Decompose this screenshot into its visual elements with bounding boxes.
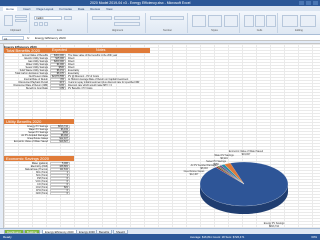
maximize-button[interactable]: [306, 1, 311, 5]
window-title: 2020 Model 2019-04 v3 - Energy Efficienc…: [90, 1, 191, 5]
utility-benefits-pie-chart[interactable]: Energy PV Savings $813,744Water PV Saving…: [154, 134, 320, 240]
table-row[interactable]: Benefit to Cost Ratio 1.89 PV Benefits / P…: [4, 87, 164, 90]
total-benefits-header: Total Benefits 2020 Expected Notes: [4, 48, 150, 53]
underline-button[interactable]: [44, 22, 48, 26]
tab-review[interactable]: Review: [90, 7, 100, 11]
tab-home[interactable]: Home: [3, 6, 18, 11]
total-benefits-table: Annual Value of Benefits $300,000 The base…: [4, 54, 164, 94]
group-number: Number: [148, 13, 188, 33]
tab-formulas[interactable]: Formulas: [59, 7, 72, 11]
status-bar: Ready Average: $16,811 Count: 18 Sum: $7…: [0, 234, 320, 240]
utility-benefits-title: Utility Benefits 2020: [6, 119, 42, 124]
copy-button[interactable]: [15, 19, 27, 22]
status-ready: Ready: [3, 235, 12, 239]
paste-button[interactable]: [4, 15, 13, 26]
group-font: Calibri Font: [32, 13, 88, 33]
group-alignment: Alignment: [90, 13, 146, 33]
utility-benefits-table: Energy PV Savings $813,744 Water PV Saving…: [4, 125, 74, 145]
tab-view[interactable]: View: [106, 7, 112, 11]
tab-data[interactable]: Data: [78, 7, 84, 11]
group-editing: Editing: [280, 13, 318, 33]
row-value[interactable]: $19,827: [50, 140, 70, 143]
group-label-alignment: Alignment: [111, 29, 124, 32]
row-value[interactable]: 0: [50, 192, 70, 195]
ribbon: Clipboard Calibri Font Alignment Number …: [0, 11, 320, 35]
wrap-text-button[interactable]: [114, 16, 140, 20]
cell-styles-button[interactable]: [224, 15, 238, 27]
worksheet-grid[interactable]: Energy Efficiency 2020 Total Benefits 20…: [4, 44, 320, 228]
group-label-clipboard: Clipboard: [10, 29, 21, 32]
number-format-select[interactable]: [150, 16, 184, 20]
economic-savings-title: Economic Savings 2020: [6, 156, 49, 161]
tab-insert[interactable]: Insert: [23, 7, 31, 11]
status-summary: Average: $16,811 Count: 18 Sum: $726,471: [190, 235, 245, 239]
insert-cells-button[interactable]: [244, 15, 254, 27]
format-as-table-button[interactable]: [208, 15, 222, 27]
conditional-formatting-button[interactable]: [192, 15, 206, 27]
align-buttons[interactable]: [92, 16, 112, 20]
bold-button[interactable]: [34, 22, 38, 26]
font-size-select[interactable]: [64, 16, 72, 20]
merge-center-button[interactable]: [114, 22, 140, 26]
find-select-button[interactable]: [300, 15, 316, 27]
fx-icon[interactable]: fx: [27, 36, 29, 40]
utility-benefits-header: Utility Benefits 2020: [4, 119, 74, 124]
window-controls: [299, 1, 318, 5]
notes-column-header: Notes: [96, 48, 106, 52]
zoom-level[interactable]: 60%: [311, 235, 317, 239]
group-label-editing: Editing: [295, 29, 303, 32]
cut-button[interactable]: [15, 15, 27, 18]
pie-data-label: Economic Value of Water Saved $19,827: [229, 150, 264, 156]
row-note: PV Benefits / PV Costs: [68, 87, 93, 90]
tab-page-layout[interactable]: Page Layout: [37, 7, 54, 11]
economic-savings-table: Water (gallons) 5,006 Electricity (kWh) 166…: [4, 162, 74, 198]
formula-input[interactable]: Energy Efficiency 2020: [35, 36, 66, 40]
name-box[interactable]: A1: [2, 36, 24, 41]
group-cells: Cells: [242, 13, 278, 33]
delete-cells-button[interactable]: [255, 15, 265, 27]
font-name-select[interactable]: Calibri: [34, 16, 62, 20]
table-row[interactable]: N2O (Tons) 0: [4, 192, 74, 195]
group-clipboard: Clipboard: [2, 13, 30, 33]
economic-savings-header: Economic Savings 2020: [4, 156, 74, 161]
table-row[interactable]: Economic Value of Water Saved $19,827: [4, 140, 74, 143]
group-label-styles: Styles: [211, 29, 218, 32]
row-label: N2O (Tons): [35, 192, 48, 195]
row-label: Economic Value of Water Saved: [13, 140, 48, 143]
group-label-font: Font: [56, 29, 62, 32]
row-value[interactable]: 1.89: [50, 87, 66, 90]
pie-data-label: Greenhouse Gases $12,407: [184, 170, 206, 176]
group-label-cells: Cells: [256, 29, 263, 32]
group-styles: Styles: [190, 13, 240, 33]
minimize-button[interactable]: [299, 1, 304, 5]
italic-button[interactable]: [39, 22, 43, 26]
format-cells-button[interactable]: [266, 15, 276, 27]
total-benefits-title: Total Benefits 2020: [6, 48, 41, 53]
close-button[interactable]: [313, 1, 318, 5]
row-label: Benefit to Cost Ratio: [26, 87, 48, 90]
sort-filter-button[interactable]: [282, 15, 298, 27]
expected-column-header: Expected: [52, 48, 67, 52]
group-label-number: Number: [163, 29, 172, 32]
